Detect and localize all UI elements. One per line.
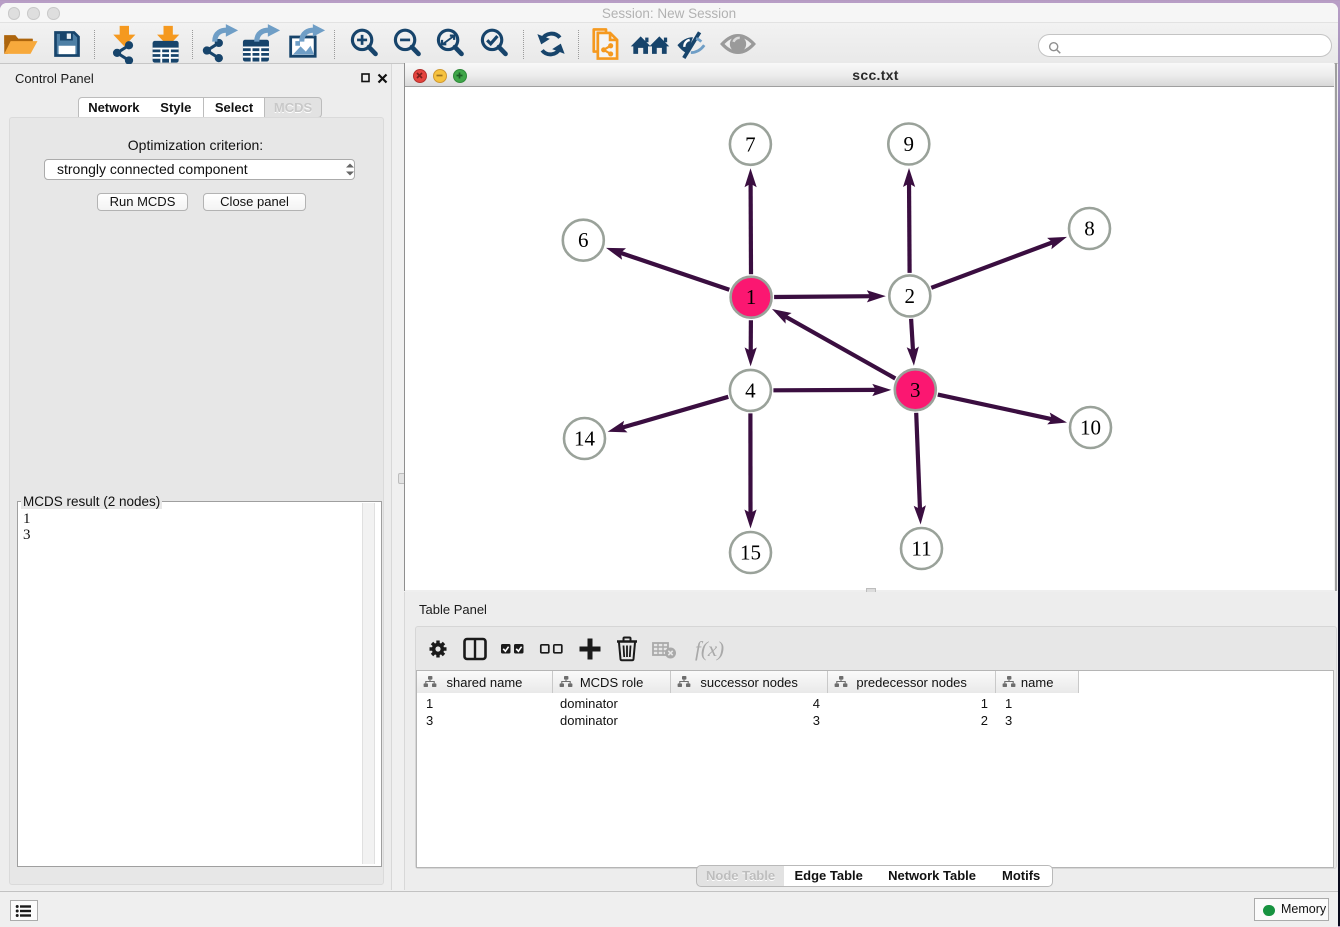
svg-text:8: 8 [1084, 217, 1095, 241]
svg-text:10: 10 [1080, 416, 1101, 440]
svg-text:4: 4 [745, 378, 756, 402]
svg-text:14: 14 [574, 427, 596, 451]
svg-text:9: 9 [904, 132, 915, 156]
svg-text:2: 2 [905, 284, 916, 308]
svg-text:6: 6 [578, 228, 589, 252]
svg-text:7: 7 [745, 132, 756, 156]
svg-text:11: 11 [911, 537, 931, 561]
svg-text:3: 3 [910, 378, 921, 402]
svg-text:15: 15 [740, 541, 761, 565]
svg-text:1: 1 [746, 285, 757, 309]
svg-text:f(x): f(x) [695, 637, 724, 661]
